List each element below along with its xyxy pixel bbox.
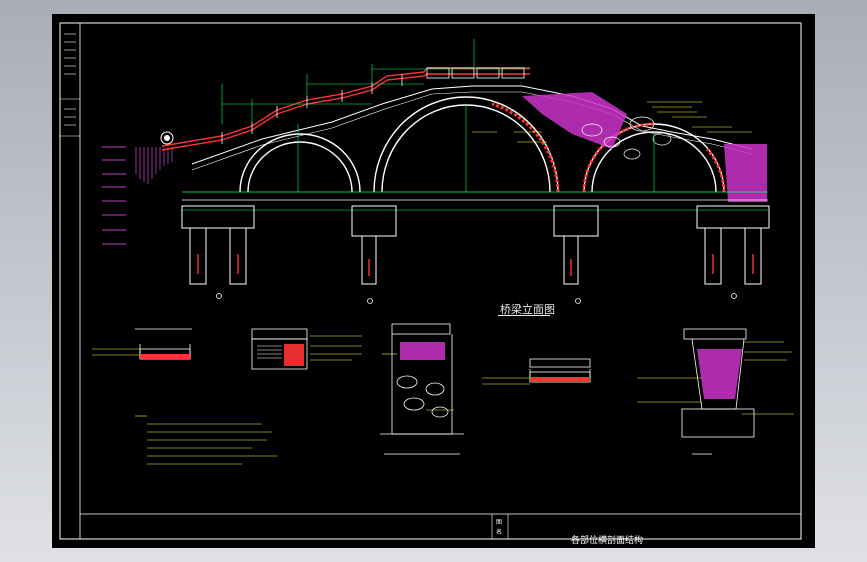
cad-drawing-canvas — [59, 22, 802, 540]
bridge-railing — [161, 67, 530, 151]
drawing-sheet: 桥梁立面图 各部位横剖面结构 图 名 — [52, 14, 815, 548]
bridge-arches — [239, 96, 725, 193]
bridge-piers — [181, 205, 770, 285]
title-block-label-2: 名 — [496, 529, 503, 536]
level-scale — [102, 146, 126, 245]
title-block-name: 各部位横剖面结构 — [571, 536, 644, 546]
notes-block — [135, 415, 277, 465]
elevation-title-underline — [498, 315, 550, 316]
title-block-label-1: 图 — [496, 519, 503, 526]
